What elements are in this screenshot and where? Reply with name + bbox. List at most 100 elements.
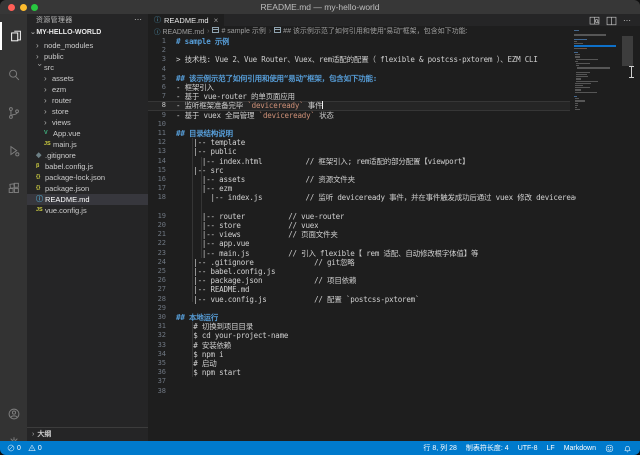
- code-line[interactable]: 20 |-- store // vuex: [148, 221, 640, 230]
- code-line[interactable]: 13 |-- public: [148, 147, 640, 156]
- notifications-bell-icon[interactable]: [623, 444, 632, 453]
- line-text: |-- app.vue: [176, 239, 250, 249]
- code-line[interactable]: 5 ## 该示例示范了如何引用和使用“易动”框架，包含如下功能:: [148, 74, 640, 83]
- split-editor-icon[interactable]: [604, 15, 618, 26]
- code-line[interactable]: 10: [148, 120, 640, 129]
- title-bar[interactable]: README.md — my-hello-world: [0, 0, 640, 15]
- open-preview-icon[interactable]: [587, 15, 601, 26]
- code-line[interactable]: 31 # 切换到项目目录: [148, 322, 640, 331]
- tree-item-ezm[interactable]: › ezm: [27, 84, 148, 95]
- tree-item-assets[interactable]: › assets: [27, 73, 148, 84]
- indentation-status[interactable]: 制表符长度: 4: [466, 443, 509, 453]
- minimap-current-line: [574, 45, 616, 48]
- cursor-position-status[interactable]: 行 8, 列 28: [423, 443, 456, 453]
- line-number: 20: [157, 221, 166, 229]
- code-line[interactable]: 3 > 技术栈: Vue 2、Vue Router、Vuex、rem适配的配置（ …: [148, 55, 640, 64]
- code-line[interactable]: 26 |-- package.json // 项目依赖: [148, 276, 640, 285]
- tree-item-src[interactable]: › src: [27, 62, 148, 73]
- search-icon[interactable]: [0, 61, 27, 89]
- code-line[interactable]: 12 |-- template: [148, 138, 640, 147]
- tree-item-views[interactable]: › views: [27, 117, 148, 128]
- code-line[interactable]: 23 |-- main.js // 引入 flexible【 rem 适配、自动…: [148, 249, 640, 258]
- sidebar-more-actions-icon[interactable]: ⋯: [134, 14, 142, 26]
- code-line[interactable]: 2: [148, 46, 640, 55]
- code-line[interactable]: 34 $ npm i: [148, 350, 640, 359]
- breadcrumb-item[interactable]: ## 该示例示范了如何引用和使用“易动”框架，包含如下功能:: [274, 26, 468, 36]
- minimap[interactable]: [574, 30, 616, 118]
- code-line[interactable]: 21 |-- views // 页面文件夹: [148, 230, 640, 239]
- breadcrumb-item[interactable]: ⓘ README.md: [154, 26, 204, 36]
- tree-item-router[interactable]: › router: [27, 95, 148, 106]
- breadcrumb-separator: ›: [207, 27, 210, 35]
- tree-item-public[interactable]: › public: [27, 51, 148, 62]
- breadcrumb-item[interactable]: # sample 示例: [212, 26, 266, 36]
- errors-status[interactable]: 0: [7, 444, 21, 452]
- editor-code-area[interactable]: 1 # sample 示例 2 3 > 技术栈: Vue 2、Vue Router、Vu…: [148, 36, 640, 441]
- feedback-smiley-icon[interactable]: [605, 444, 614, 453]
- minimap-line: [575, 109, 580, 111]
- warnings-status[interactable]: 0: [28, 444, 42, 452]
- close-tab-icon[interactable]: ×: [214, 16, 219, 25]
- code-line[interactable]: 16 |-- assets // 资源文件夹: [148, 175, 640, 184]
- code-line[interactable]: 11 ## 目录结构说明: [148, 129, 640, 138]
- code-line[interactable]: 28 |-- vue.config.js // 配置 `postcss-pxto…: [148, 295, 640, 304]
- code-line[interactable]: 30 ## 本地运行: [148, 313, 640, 322]
- extensions-icon[interactable]: [0, 175, 27, 203]
- minimap-line: [574, 34, 606, 36]
- tab-readme[interactable]: ⓘ README.md ×: [148, 14, 225, 26]
- code-line[interactable]: [148, 203, 640, 212]
- code-line[interactable]: 17 |-- ezm: [148, 184, 640, 193]
- code-line[interactable]: 18 |-- index.js // 监听 deviceready 事件，并在事…: [148, 193, 640, 202]
- vue-icon: V: [44, 130, 48, 136]
- line-number: 10: [157, 119, 166, 128]
- code-line[interactable]: 15 |-- src: [148, 166, 640, 175]
- code-line[interactable]: 27 |-- README.md: [148, 285, 640, 294]
- code-line[interactable]: 38: [148, 387, 640, 396]
- line-number: 2: [161, 46, 166, 55]
- code-line[interactable]: 37: [148, 377, 640, 386]
- tree-item-node_modules[interactable]: › node_modules: [27, 40, 148, 51]
- code-line[interactable]: 32 $ cd your-project-name: [148, 331, 640, 340]
- code-line[interactable]: 24 |-- .gitignore // git忽略: [148, 258, 640, 267]
- tree-item-App.vue[interactable]: V App.vue: [27, 128, 148, 139]
- code-line[interactable]: 33 # 安装依赖: [148, 341, 640, 350]
- code-line[interactable]: 29: [148, 304, 640, 313]
- line-number: 31: [157, 322, 166, 331]
- code-line[interactable]: 4: [148, 65, 640, 74]
- line-text: |-- public: [176, 147, 237, 157]
- more-editor-actions-icon[interactable]: ⋯: [620, 15, 634, 26]
- tree-item-vue.config.js[interactable]: JS vue.config.js: [27, 205, 148, 216]
- code-line[interactable]: 1 # sample 示例: [148, 37, 640, 46]
- code-line[interactable]: 36 $ npm start: [148, 368, 640, 377]
- tree-item-package.json[interactable]: {} package.json: [27, 183, 148, 194]
- workspace-section-header[interactable]: ›MY-HELLO-WORLD: [27, 27, 148, 39]
- code-line[interactable]: 14 |-- index.html // 框架引入; rem适配的部分配置【vi…: [148, 157, 640, 166]
- tree-item-label: router: [52, 96, 72, 105]
- minimap-line: [575, 98, 580, 100]
- code-line[interactable]: 9 - 基于 vuex 全局管理 `deviceready` 状态: [148, 111, 640, 120]
- code-line[interactable]: 7 - 基于 vue-router 的单页面应用: [148, 92, 640, 101]
- code-line[interactable]: 25 |-- babel.config.js: [148, 267, 640, 276]
- code-line[interactable]: 19 |-- router // vue-router: [148, 212, 640, 221]
- tree-item-package-lock.json[interactable]: {} package-lock.json: [27, 172, 148, 183]
- code-line[interactable]: 8 - 监听框架准备完毕 `deviceready` 事件: [148, 101, 640, 110]
- code-line[interactable]: 35 # 启动: [148, 359, 640, 368]
- tree-item-store[interactable]: › store: [27, 106, 148, 117]
- code-line[interactable]: 22 |-- app.vue: [148, 239, 640, 248]
- tree-item-README.md[interactable]: ⓘ README.md: [27, 194, 148, 205]
- tree-item-main.js[interactable]: JS main.js: [27, 139, 148, 150]
- encoding-status[interactable]: UTF-8: [518, 445, 538, 452]
- source-control-icon[interactable]: [0, 99, 27, 127]
- language-mode-status[interactable]: Markdown: [564, 445, 596, 452]
- account-icon[interactable]: [0, 400, 27, 428]
- explorer-icon[interactable]: [0, 22, 29, 50]
- scrollbar-slider[interactable]: [622, 36, 633, 66]
- breadcrumb[interactable]: ⓘ README.md › # sample 示例 › ## 该示例示范了如何引用和使用“…: [148, 26, 640, 36]
- outline-section-header[interactable]: › 大纲: [27, 427, 148, 441]
- tree-item-.gitignore[interactable]: ◆ .gitignore: [27, 150, 148, 161]
- eol-status[interactable]: LF: [547, 445, 555, 452]
- code-line[interactable]: 6 - 框架引入: [148, 83, 640, 92]
- run-and-debug-icon[interactable]: [0, 137, 27, 165]
- tree-item-label: public: [44, 52, 64, 61]
- tree-item-babel.config.js[interactable]: β babel.config.js: [27, 161, 148, 172]
